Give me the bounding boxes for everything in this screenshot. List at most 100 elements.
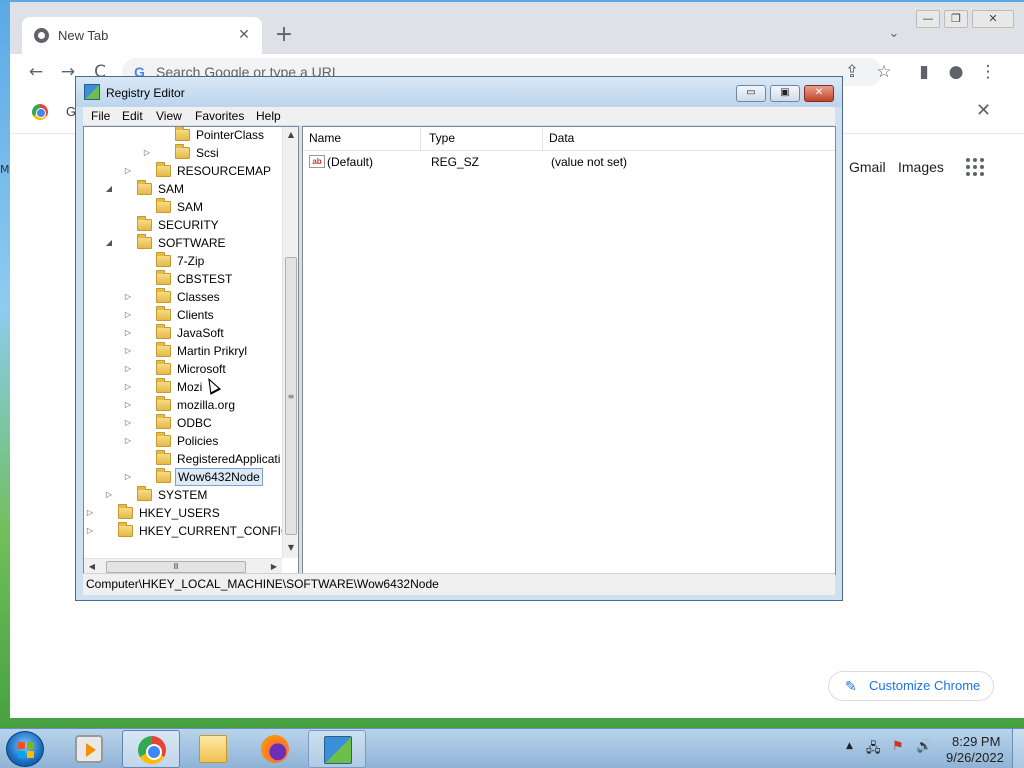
tree-item-label[interactable]: Microsoft (175, 360, 228, 378)
tree-item-label[interactable]: SECURITY (156, 216, 221, 234)
value-name: (Default) (327, 155, 374, 169)
tree-expander-icon[interactable]: ▷ (123, 468, 133, 486)
action-center-flag-icon[interactable]: ⚑ (892, 739, 904, 754)
tree-item-label[interactable]: Classes (175, 288, 222, 306)
tree-item-label[interactable]: Mozi (175, 378, 204, 396)
tree-horizontal-scrollbar[interactable]: ◀ Ⅲ ▶ (84, 558, 282, 574)
tree-item-label[interactable]: Martin Prikryl (175, 342, 249, 360)
volume-icon[interactable]: 🔊 (916, 739, 932, 754)
customize-chrome-button[interactable]: ✎ Customize Chrome (828, 671, 994, 701)
tree-expander-icon[interactable]: ▷ (123, 432, 133, 450)
taskbar-explorer[interactable] (184, 730, 242, 768)
folder-icon (156, 342, 171, 357)
tree-item-label[interactable]: SOFTWARE (156, 234, 228, 252)
taskbar-firefox[interactable] (246, 730, 304, 768)
tab-close-icon[interactable]: ✕ (234, 25, 254, 45)
menu-view[interactable]: View (156, 109, 182, 123)
minimize-button[interactable]: — (916, 10, 940, 28)
folder-icon (156, 252, 171, 267)
show-desktop-button[interactable] (1012, 729, 1024, 768)
clock-time[interactable]: 8:29 PM (952, 734, 1000, 749)
tree-expander-icon[interactable]: ▷ (123, 162, 133, 180)
regedit-minimize-button[interactable]: ▭ (736, 85, 766, 102)
tree-expander-icon[interactable]: ▷ (123, 306, 133, 324)
menu-file[interactable]: File (91, 109, 110, 123)
clock-date[interactable]: 9/26/2022 (946, 750, 1004, 765)
regedit-menubar: File Edit View Favorites Help (83, 107, 835, 125)
folder-icon (156, 288, 171, 303)
images-link[interactable]: Images (898, 159, 944, 175)
folder-icon (156, 198, 171, 213)
tree-item-label[interactable]: 7-Zip (175, 252, 206, 270)
scroll-down-icon[interactable]: ▼ (283, 540, 298, 556)
column-type[interactable]: Type (423, 127, 543, 150)
tree-item-label[interactable]: HKEY_USERS (137, 504, 222, 522)
regedit-close-button[interactable]: ✕ (804, 85, 834, 102)
restore-button[interactable]: ❐ (944, 10, 968, 28)
taskbar-regedit[interactable] (308, 730, 366, 768)
tree-item-label[interactable]: SAM (175, 198, 205, 216)
tree-item-label[interactable]: PointerClass (194, 127, 266, 144)
tree-expander-icon[interactable]: ◢ (104, 234, 114, 252)
back-arrow-icon[interactable]: ← (24, 60, 48, 84)
tree-expander-icon[interactable]: ▷ (104, 486, 114, 504)
tree-item-label[interactable]: mozilla.org (175, 396, 237, 414)
tree-expander-icon[interactable]: ▷ (123, 396, 133, 414)
table-row[interactable]: ab (Default) REG_SZ (value not set) (303, 153, 835, 171)
google-apps-icon[interactable] (966, 158, 984, 176)
tree-item-label[interactable]: Scsi (194, 144, 221, 162)
tree-expander-icon[interactable]: ◢ (104, 180, 114, 198)
tree-item-label[interactable]: Wow6432Node (175, 468, 263, 486)
tree-item-label[interactable]: Policies (175, 432, 220, 450)
menu-edit[interactable]: Edit (122, 109, 143, 123)
close-button[interactable]: ✕ (972, 10, 1014, 28)
registry-values-pane[interactable]: Name Type Data ab (Default) REG_SZ (valu… (302, 126, 836, 575)
chrome-menu-icon[interactable]: ⋮ (976, 60, 1000, 84)
taskbar-media-player[interactable] (60, 730, 118, 768)
tree-item-label[interactable]: CBSTEST (175, 270, 234, 288)
tree-expander-icon[interactable]: ▷ (123, 324, 133, 342)
tree-item-label[interactable]: SYSTEM (156, 486, 209, 504)
tab-new-tab[interactable]: New Tab ✕ (22, 17, 262, 54)
tree-expander-icon[interactable]: ▷ (123, 414, 133, 432)
gmail-link[interactable]: Gmail (849, 159, 886, 175)
tree-item-label[interactable]: JavaSoft (175, 324, 226, 342)
tree-item-label[interactable]: RESOURCEMAP (175, 162, 273, 180)
tree-vertical-scrollbar[interactable]: ▲ ≡ ▼ (282, 127, 298, 558)
column-name[interactable]: Name (303, 127, 421, 150)
tree-expander-icon[interactable]: ▷ (123, 378, 133, 396)
folder-icon (156, 162, 171, 177)
tree-expander-icon[interactable]: ▷ (123, 288, 133, 306)
tree-item-label[interactable]: SAM (156, 180, 186, 198)
profile-avatar-icon[interactable]: ● (944, 60, 968, 84)
hscroll-thumb[interactable]: Ⅲ (106, 561, 246, 573)
regedit-titlebar[interactable]: Registry Editor ▭ ▣ ✕ (76, 77, 842, 107)
network-icon[interactable]: 🖧 (866, 739, 881, 761)
bookmark-star-icon[interactable]: ☆ (872, 60, 896, 84)
registry-tree-pane[interactable]: PointerClass ▷ Scsi ▷ RESOURCEMAP ◢ SAM SAM SECU… (83, 126, 299, 575)
start-button[interactable] (6, 731, 44, 767)
regedit-maximize-button[interactable]: ▣ (770, 85, 800, 102)
tree-item-label[interactable]: ODBC (175, 414, 214, 432)
menu-help[interactable]: Help (256, 109, 281, 123)
tree-expander-icon[interactable]: ▷ (123, 360, 133, 378)
tree-item-label[interactable]: RegisteredApplicati (175, 450, 282, 468)
tab-search-chevron-icon[interactable]: ⌄ (884, 26, 904, 46)
scroll-thumb[interactable]: ≡ (285, 257, 297, 535)
tree-expander-icon[interactable]: ▷ (85, 522, 95, 540)
tree-item-label[interactable]: HKEY_CURRENT_CONFIG (137, 522, 292, 540)
share-icon[interactable]: ⇪ (840, 60, 864, 84)
new-tab-button[interactable]: + (272, 24, 296, 48)
column-data[interactable]: Data (543, 127, 833, 150)
show-hidden-icons-icon[interactable]: ▲ (846, 741, 853, 751)
tree-item-label[interactable]: Clients (175, 306, 216, 324)
folder-icon (118, 504, 133, 519)
side-panel-icon[interactable]: ▮ (912, 60, 936, 84)
promo-close-icon[interactable]: ✕ (976, 100, 991, 121)
tree-expander-icon[interactable]: ▷ (85, 504, 95, 522)
taskbar-chrome[interactable] (122, 730, 180, 768)
scroll-up-icon[interactable]: ▲ (283, 127, 298, 143)
tree-expander-icon[interactable]: ▷ (142, 144, 152, 162)
menu-favorites[interactable]: Favorites (195, 109, 244, 123)
tree-expander-icon[interactable]: ▷ (123, 342, 133, 360)
